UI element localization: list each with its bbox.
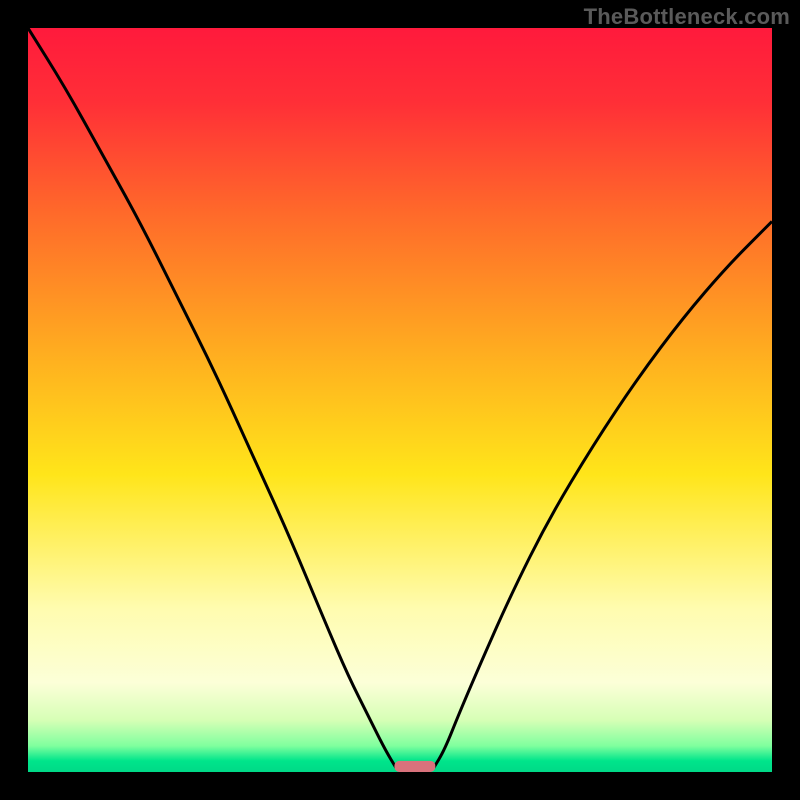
chart-svg [28,28,772,772]
chart-frame: TheBottleneck.com [0,0,800,800]
gradient-background [28,28,772,772]
minimum-marker [394,761,435,772]
plot-area [28,28,772,772]
watermark-text: TheBottleneck.com [584,4,790,30]
